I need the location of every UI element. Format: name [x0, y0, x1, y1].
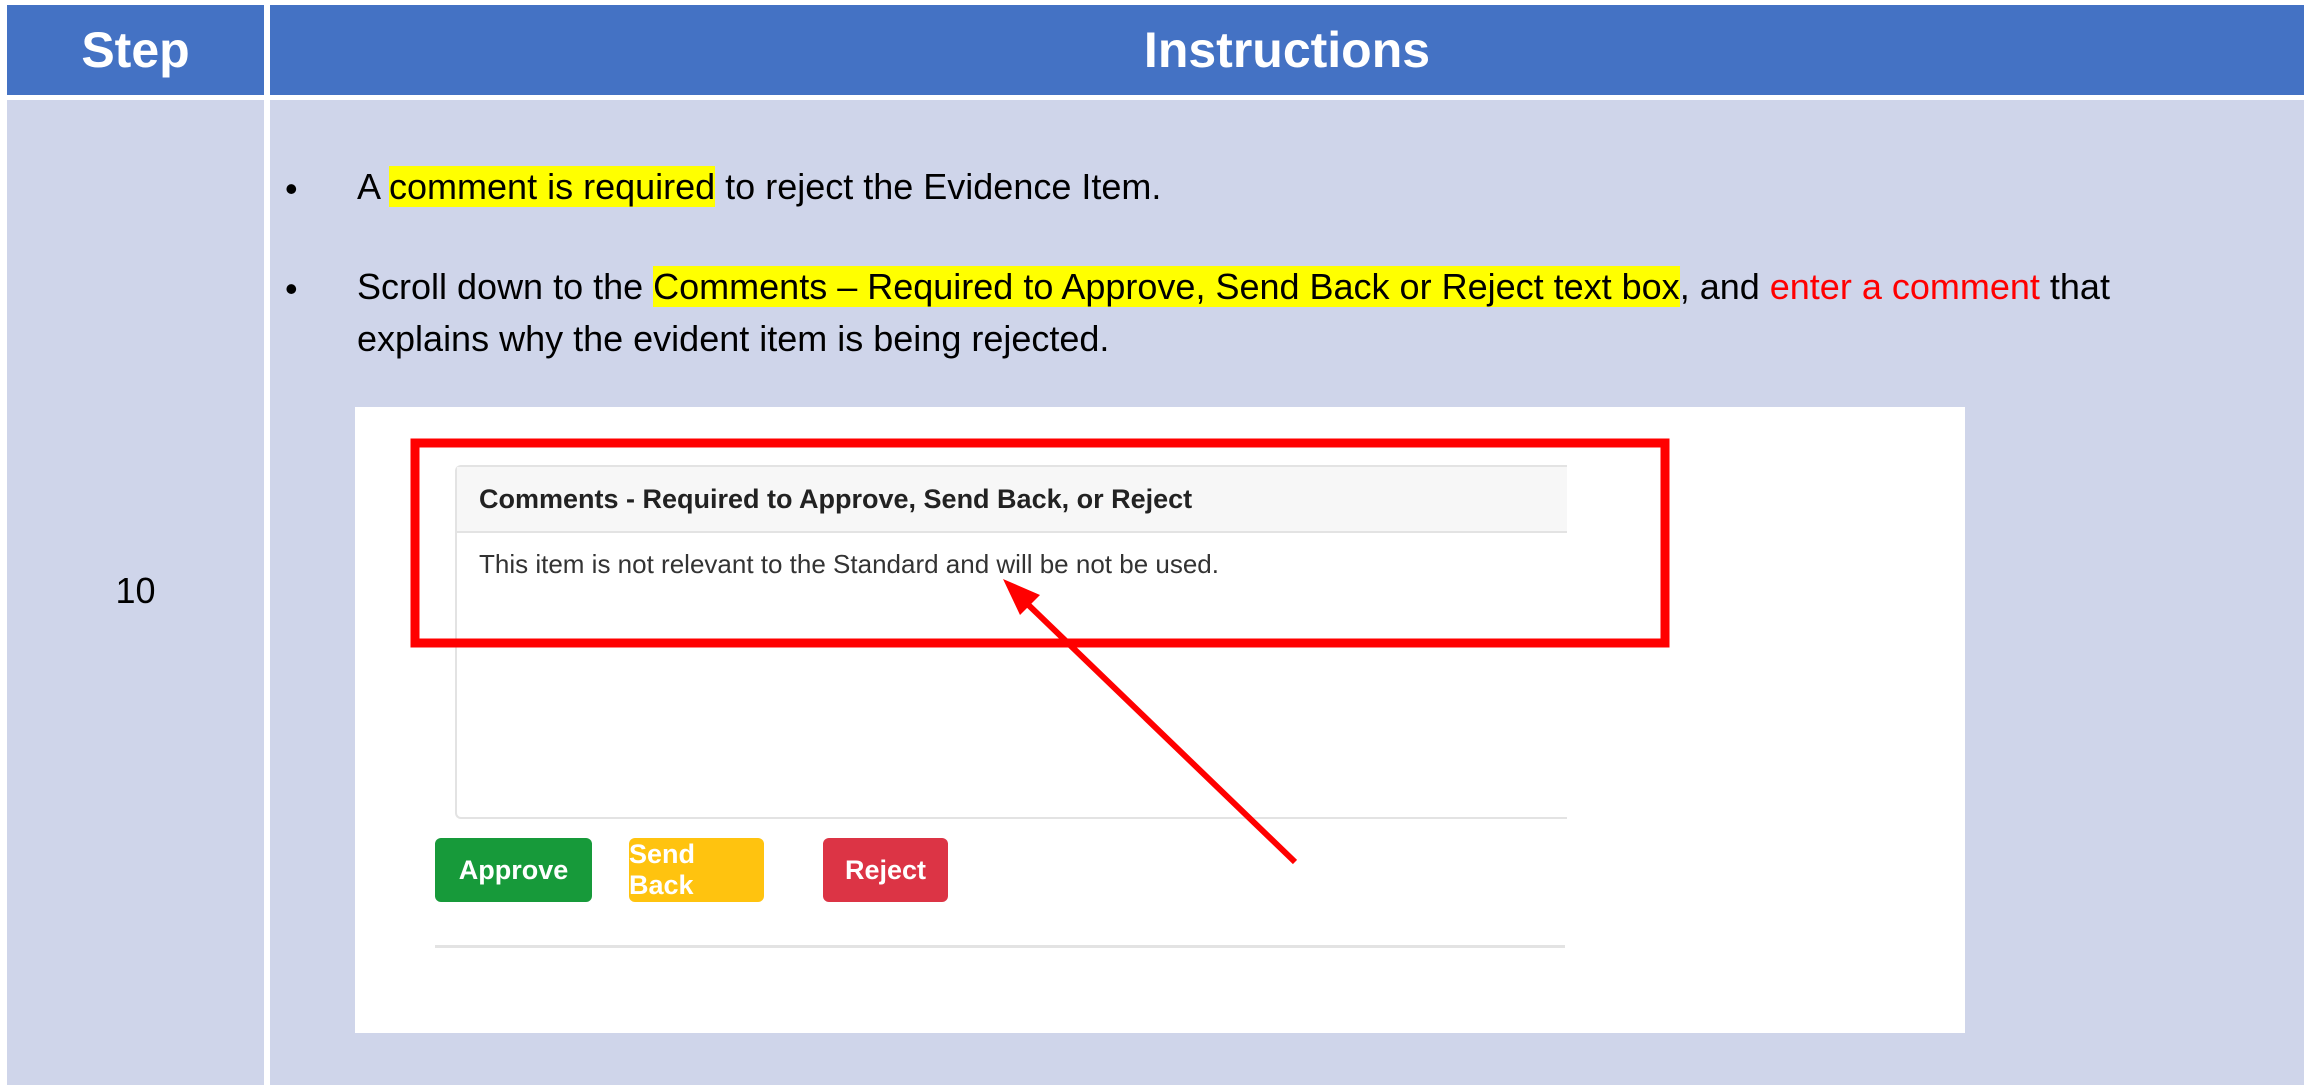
comments-panel-title: Comments - Required to Approve, Send Bac…	[457, 467, 1567, 533]
bullet-2-part: , and	[1679, 266, 1770, 307]
bullet-marker: •	[285, 268, 298, 309]
bullet-2: Scroll down to the Comments – Required t…	[357, 263, 2110, 311]
bullet-1-part: to reject the Evidence Item.	[715, 166, 1162, 207]
step-number: 10	[115, 570, 156, 611]
bullet-1-part: A	[357, 166, 390, 207]
send-back-button[interactable]: Send Back	[629, 838, 764, 902]
highlight-comment-required: comment is required	[389, 166, 716, 207]
divider	[435, 945, 1565, 948]
bullet-2-line2: explains why the evident item is being r…	[357, 318, 1110, 359]
header-instructions: Instructions	[270, 5, 2304, 95]
comments-textarea[interactable]: This item is not relevant to the Standar…	[457, 533, 1567, 596]
highlight-comments-box: Comments – Required to Approve, Send Bac…	[653, 266, 1680, 307]
reject-button[interactable]: Reject	[823, 838, 948, 902]
red-enter-comment: enter a comment	[1769, 266, 2040, 307]
embedded-screenshot: Comments - Required to Approve, Send Bac…	[355, 407, 1965, 1033]
bullet-marker: •	[285, 168, 298, 209]
approve-button[interactable]: Approve	[435, 838, 592, 902]
comments-panel: Comments - Required to Approve, Send Bac…	[455, 465, 1567, 819]
bullet-1: A comment is required to reject the Evid…	[357, 163, 1161, 211]
bullet-2-part: that	[2039, 266, 2110, 307]
header-step: Step	[7, 5, 264, 95]
bullet-2-part: Scroll down to the	[357, 266, 654, 307]
